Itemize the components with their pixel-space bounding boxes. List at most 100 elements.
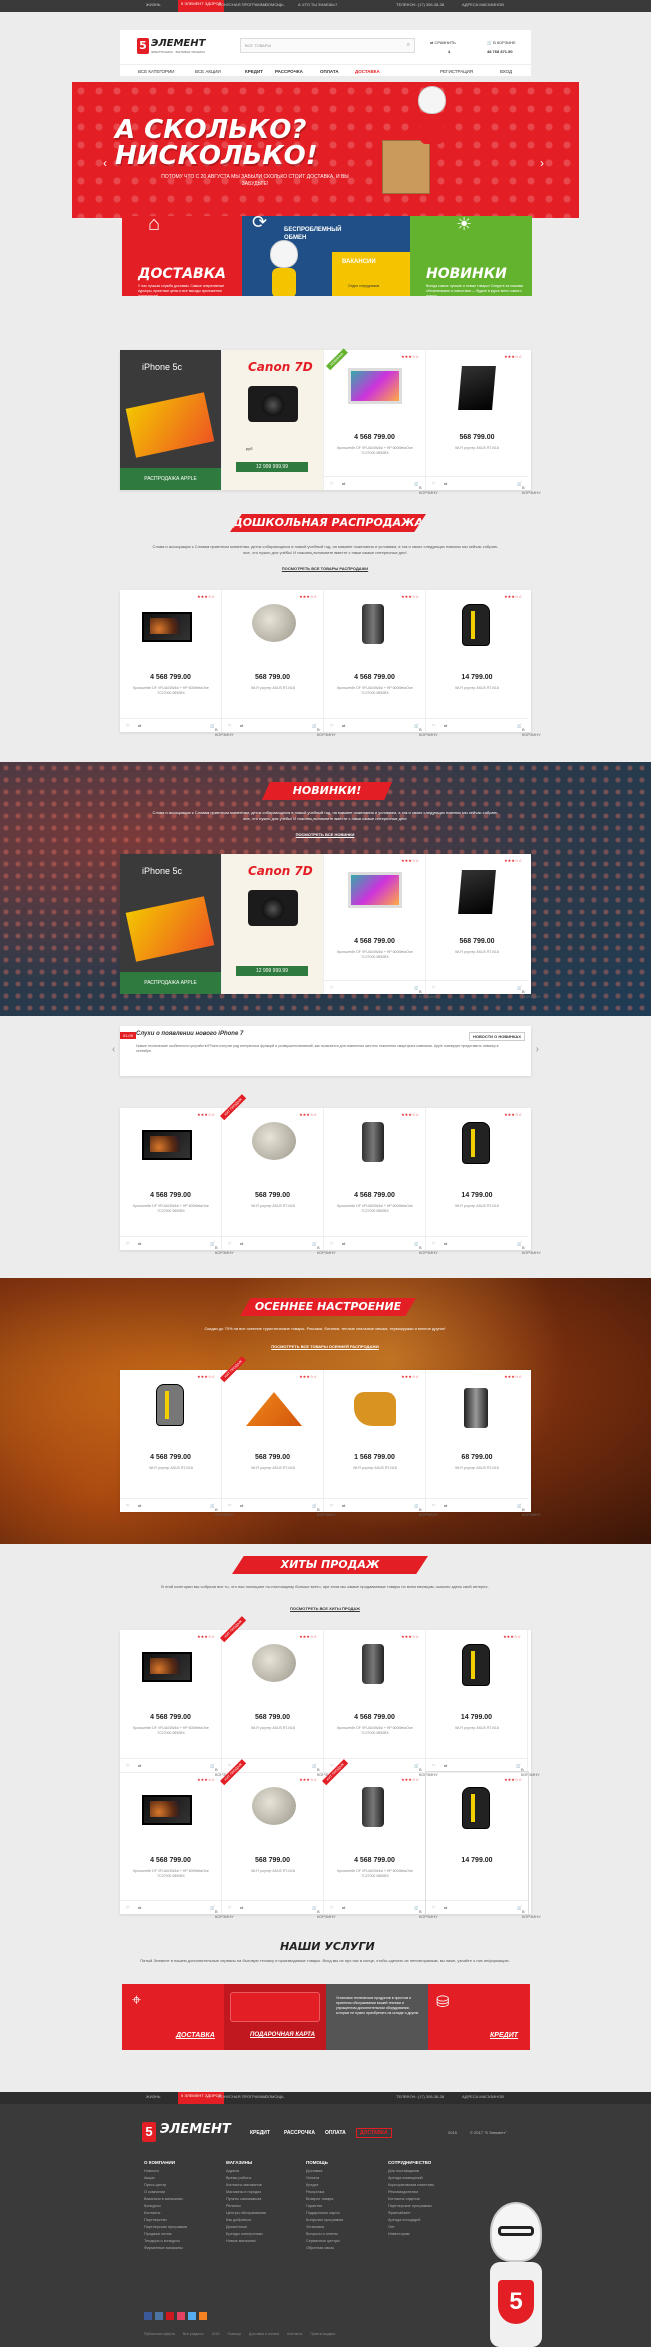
heart-icon[interactable]: ♡ [432, 1241, 436, 1246]
footer-link[interactable]: Контакты магазинов [226, 2182, 266, 2189]
heart-icon[interactable]: ♡ [126, 1905, 130, 1910]
heart-icon[interactable]: ♡ [330, 481, 334, 486]
add-to-cart-button[interactable]: 🛒 В КОРЗИНУ [517, 1241, 541, 1255]
youtube-icon[interactable] [166, 2312, 174, 2320]
footer-link[interactable]: Пункты самовывоза [226, 2196, 266, 2203]
product-card-hovered[interactable]: ★★★☆☆ 14 799.00 ♡ ⇄ 🛒 В КОРЗИНУ [425, 1771, 541, 1919]
compare-icon[interactable]: ⇄ [138, 1241, 141, 1246]
footer-link[interactable]: Партнерская программа [144, 2224, 187, 2231]
product-card[interactable]: ХИТ ПРОДАЖ ★★★☆☆ 568 799.00 Wi-Fi роутер AS… [220, 1615, 336, 1777]
footer-link[interactable]: Пресс-центр [144, 2182, 187, 2189]
compare-icon[interactable]: ⇄ [342, 1241, 345, 1246]
footer-link[interactable]: Вакансии в магазинах [144, 2196, 187, 2203]
product-card[interactable]: ★★★☆☆ 14 799.00 Wi-Fi роутер ASUS RT-N18 ♡ ⇄… [426, 590, 541, 737]
product-card[interactable]: ★★★☆☆ 68 799.00 Wi-Fi роутер ASUS RT-N18 ♡ ⇄… [426, 1370, 541, 1517]
compare-link[interactable]: ⇄ СРАВНИТЬ [430, 40, 456, 45]
heart-icon[interactable]: ♡ [228, 1763, 232, 1768]
footer-link[interactable]: Конкурсы [144, 2203, 187, 2210]
compare-icon[interactable]: ⇄ [240, 723, 243, 728]
showcase-imac[interactable]: ★★★☆☆ 4 568 799.00 Кронштейн DF VFUA03W4… [324, 854, 438, 999]
promo-tile-new[interactable]: ☀ НОВИНКИ Всегда самые лучшие и новые то… [410, 216, 532, 296]
showcase-canon[interactable]: Canon 7D руб 12 999 999.99 [222, 350, 324, 490]
footer-link[interactable]: Регионы [226, 2203, 266, 2210]
footer-bottom-link[interactable]: Пункты выдачи [310, 2332, 335, 2336]
product-card[interactable]: ★★★☆☆ 4 568 799.00 Кронштейн DF VFUA03W4sl… [324, 1108, 438, 1255]
compare-icon[interactable]: ⇄ [444, 1503, 447, 1508]
product-card[interactable]: ХИТ ПРОДАЖ ★★★☆☆ 568 799.00 Wi-Fi роутер AS… [220, 1355, 336, 1517]
footer-link[interactable]: Центры обслуживания [226, 2210, 266, 2217]
heart-icon[interactable]: ♡ [126, 1241, 130, 1246]
odnoklassniki-icon[interactable] [199, 2312, 207, 2320]
footer-link[interactable]: Сервисные центры [306, 2238, 343, 2245]
heart-icon[interactable]: ♡ [330, 1241, 334, 1246]
footer-top-stores[interactable]: АДРЕСА МАГАЗИНОВ [462, 2094, 504, 2099]
heart-icon[interactable]: ♡ [330, 1905, 334, 1910]
nav-credit[interactable]: КРЕДИТ [245, 69, 263, 74]
footer-link[interactable]: Как добраться [226, 2217, 266, 2224]
product-card[interactable]: ★★★☆☆ 1 568 799.00 Wi-Fi роутер ASUS RT-N1… [324, 1370, 438, 1517]
add-to-cart-button[interactable]: 🛒 В КОРЗИНУ [517, 481, 541, 495]
footer-link[interactable]: Кредит [306, 2182, 343, 2189]
facebook-icon[interactable] [144, 2312, 152, 2320]
service-install[interactable]: Установка технических продуктов в просто… [326, 1984, 428, 2050]
compare-icon[interactable]: ⇄ [342, 481, 345, 486]
compare-icon[interactable]: ⇄ [444, 1763, 447, 1768]
add-to-cart-button[interactable]: 🛒 В КОРЗИНУ [312, 1503, 336, 1517]
footer-link[interactable]: Адреса [226, 2168, 266, 2175]
top-link-help[interactable]: ПОМОЩЬ [265, 2, 284, 7]
footer-link[interactable]: Доставка [306, 2168, 343, 2175]
product-card[interactable]: ★★★☆☆ 4 568 799.00 Кронштейн DF VFUA03W4sl… [120, 1108, 234, 1255]
compare-icon[interactable]: ⇄ [444, 1241, 447, 1246]
product-card[interactable]: ★★★☆☆ 4 568 799.00 Кронштейн DF VFUA03W4sl… [324, 1630, 438, 1777]
logo-text[interactable]: ЭЛЕМЕНТ [151, 38, 205, 49]
heart-icon[interactable]: ♡ [228, 1503, 232, 1508]
add-to-cart-button[interactable]: 🛒 В КОРЗИНУ [517, 1905, 541, 1919]
footer-nav-installment[interactable]: РАССРОЧКА [284, 2130, 315, 2136]
footer-link[interactable]: Оплата [306, 2175, 343, 2182]
footer-link[interactable]: Акции [144, 2175, 187, 2182]
instagram-icon[interactable] [177, 2312, 185, 2320]
heart-icon[interactable]: ♡ [330, 723, 334, 728]
add-to-cart-button[interactable]: 🛒 В КОРЗИНУ [210, 1763, 234, 1777]
add-to-cart-button[interactable]: 🛒 В КОРЗИНУ [210, 1503, 234, 1517]
footer-top-help[interactable]: ПОМОЩЬ [265, 2094, 284, 2099]
promo-tile-exchange[interactable]: ⟳ БЕСПРОБЛЕМНЫЙ ОБМЕН ВАКАНСИИ Отдел сот… [242, 216, 410, 296]
add-to-cart-button[interactable]: 🛒 В КОРЗИНУ [312, 723, 336, 737]
showcase-canon[interactable]: Canon 7D 12 999 999.99 [222, 854, 324, 994]
promo-tile-delivery[interactable]: ⌂ ДОСТАВКА У нас лучшая служба доставки.… [122, 216, 242, 296]
heart-icon[interactable]: ♡ [126, 1763, 130, 1768]
showcase-router[interactable]: ★★★☆☆ 568 799.00 Wi-Fi роутер ASUS RT-N1… [426, 350, 541, 495]
twitter-icon[interactable] [188, 2312, 196, 2320]
heart-icon[interactable]: ♡ [330, 1763, 334, 1768]
compare-icon[interactable]: ⇄ [138, 1503, 141, 1508]
heart-icon[interactable]: ♡ [126, 723, 130, 728]
heart-icon[interactable]: ♡ [330, 1503, 334, 1508]
heart-icon[interactable]: ♡ [432, 723, 436, 728]
footer-link[interactable]: Для поставщиков [388, 2168, 434, 2175]
add-to-cart-button[interactable]: 🛒 В КОРЗИНУ [312, 1241, 336, 1255]
footer-link[interactable]: Контакты отделов [388, 2196, 434, 2203]
footer-link[interactable]: Подарочные карты [306, 2210, 343, 2217]
nav-login[interactable]: ВХОД [500, 69, 512, 74]
add-to-cart-button[interactable]: 🛒 В КОРЗИНУ [414, 481, 438, 495]
footer-link[interactable]: Гарантия [306, 2203, 343, 2210]
footer-link[interactable]: Продажи оптом [144, 2231, 187, 2238]
footer-link[interactable]: Вопросы и ответы [306, 2231, 343, 2238]
footer-bottom-link[interactable]: Помощь [228, 2332, 242, 2336]
footer-link[interactable]: Аренда помещений [388, 2175, 434, 2182]
compare-icon[interactable]: ⇄ [444, 723, 447, 728]
heart-icon[interactable]: ♡ [432, 1763, 436, 1768]
link-all-hits[interactable]: ПОСМОТРЕТЬ ВСЕ ХИТЫ ПРОДАЖ [250, 1606, 400, 1611]
hero-prev-arrow-icon[interactable]: ‹ [103, 156, 107, 170]
nav-all-categories[interactable]: ВСЕ КАТЕГОРИИ [138, 69, 175, 74]
footer-link[interactable]: Опт [388, 2224, 434, 2231]
apple-sale-label[interactable]: РАСПРОДАЖА APPLE [120, 972, 221, 994]
product-card[interactable]: ★★★☆☆ 4 568 799.00 Кронштейн DF VFUA03W4sl… [324, 590, 438, 737]
add-to-cart-button[interactable]: 🛒 В КОРЗИНУ [312, 1763, 336, 1777]
heart-icon[interactable]: ♡ [228, 723, 232, 728]
add-to-cart-button[interactable]: 🛒 В КОРЗИНУ [414, 985, 438, 999]
search-icon[interactable]: ⌕ [407, 42, 410, 49]
add-to-cart-button[interactable]: 🛒 В КОРЗИНУ [414, 1241, 438, 1255]
footer-nav-payment[interactable]: ОПЛАТА [325, 2130, 346, 2136]
footer-link[interactable]: Бренды электроники [226, 2231, 266, 2238]
